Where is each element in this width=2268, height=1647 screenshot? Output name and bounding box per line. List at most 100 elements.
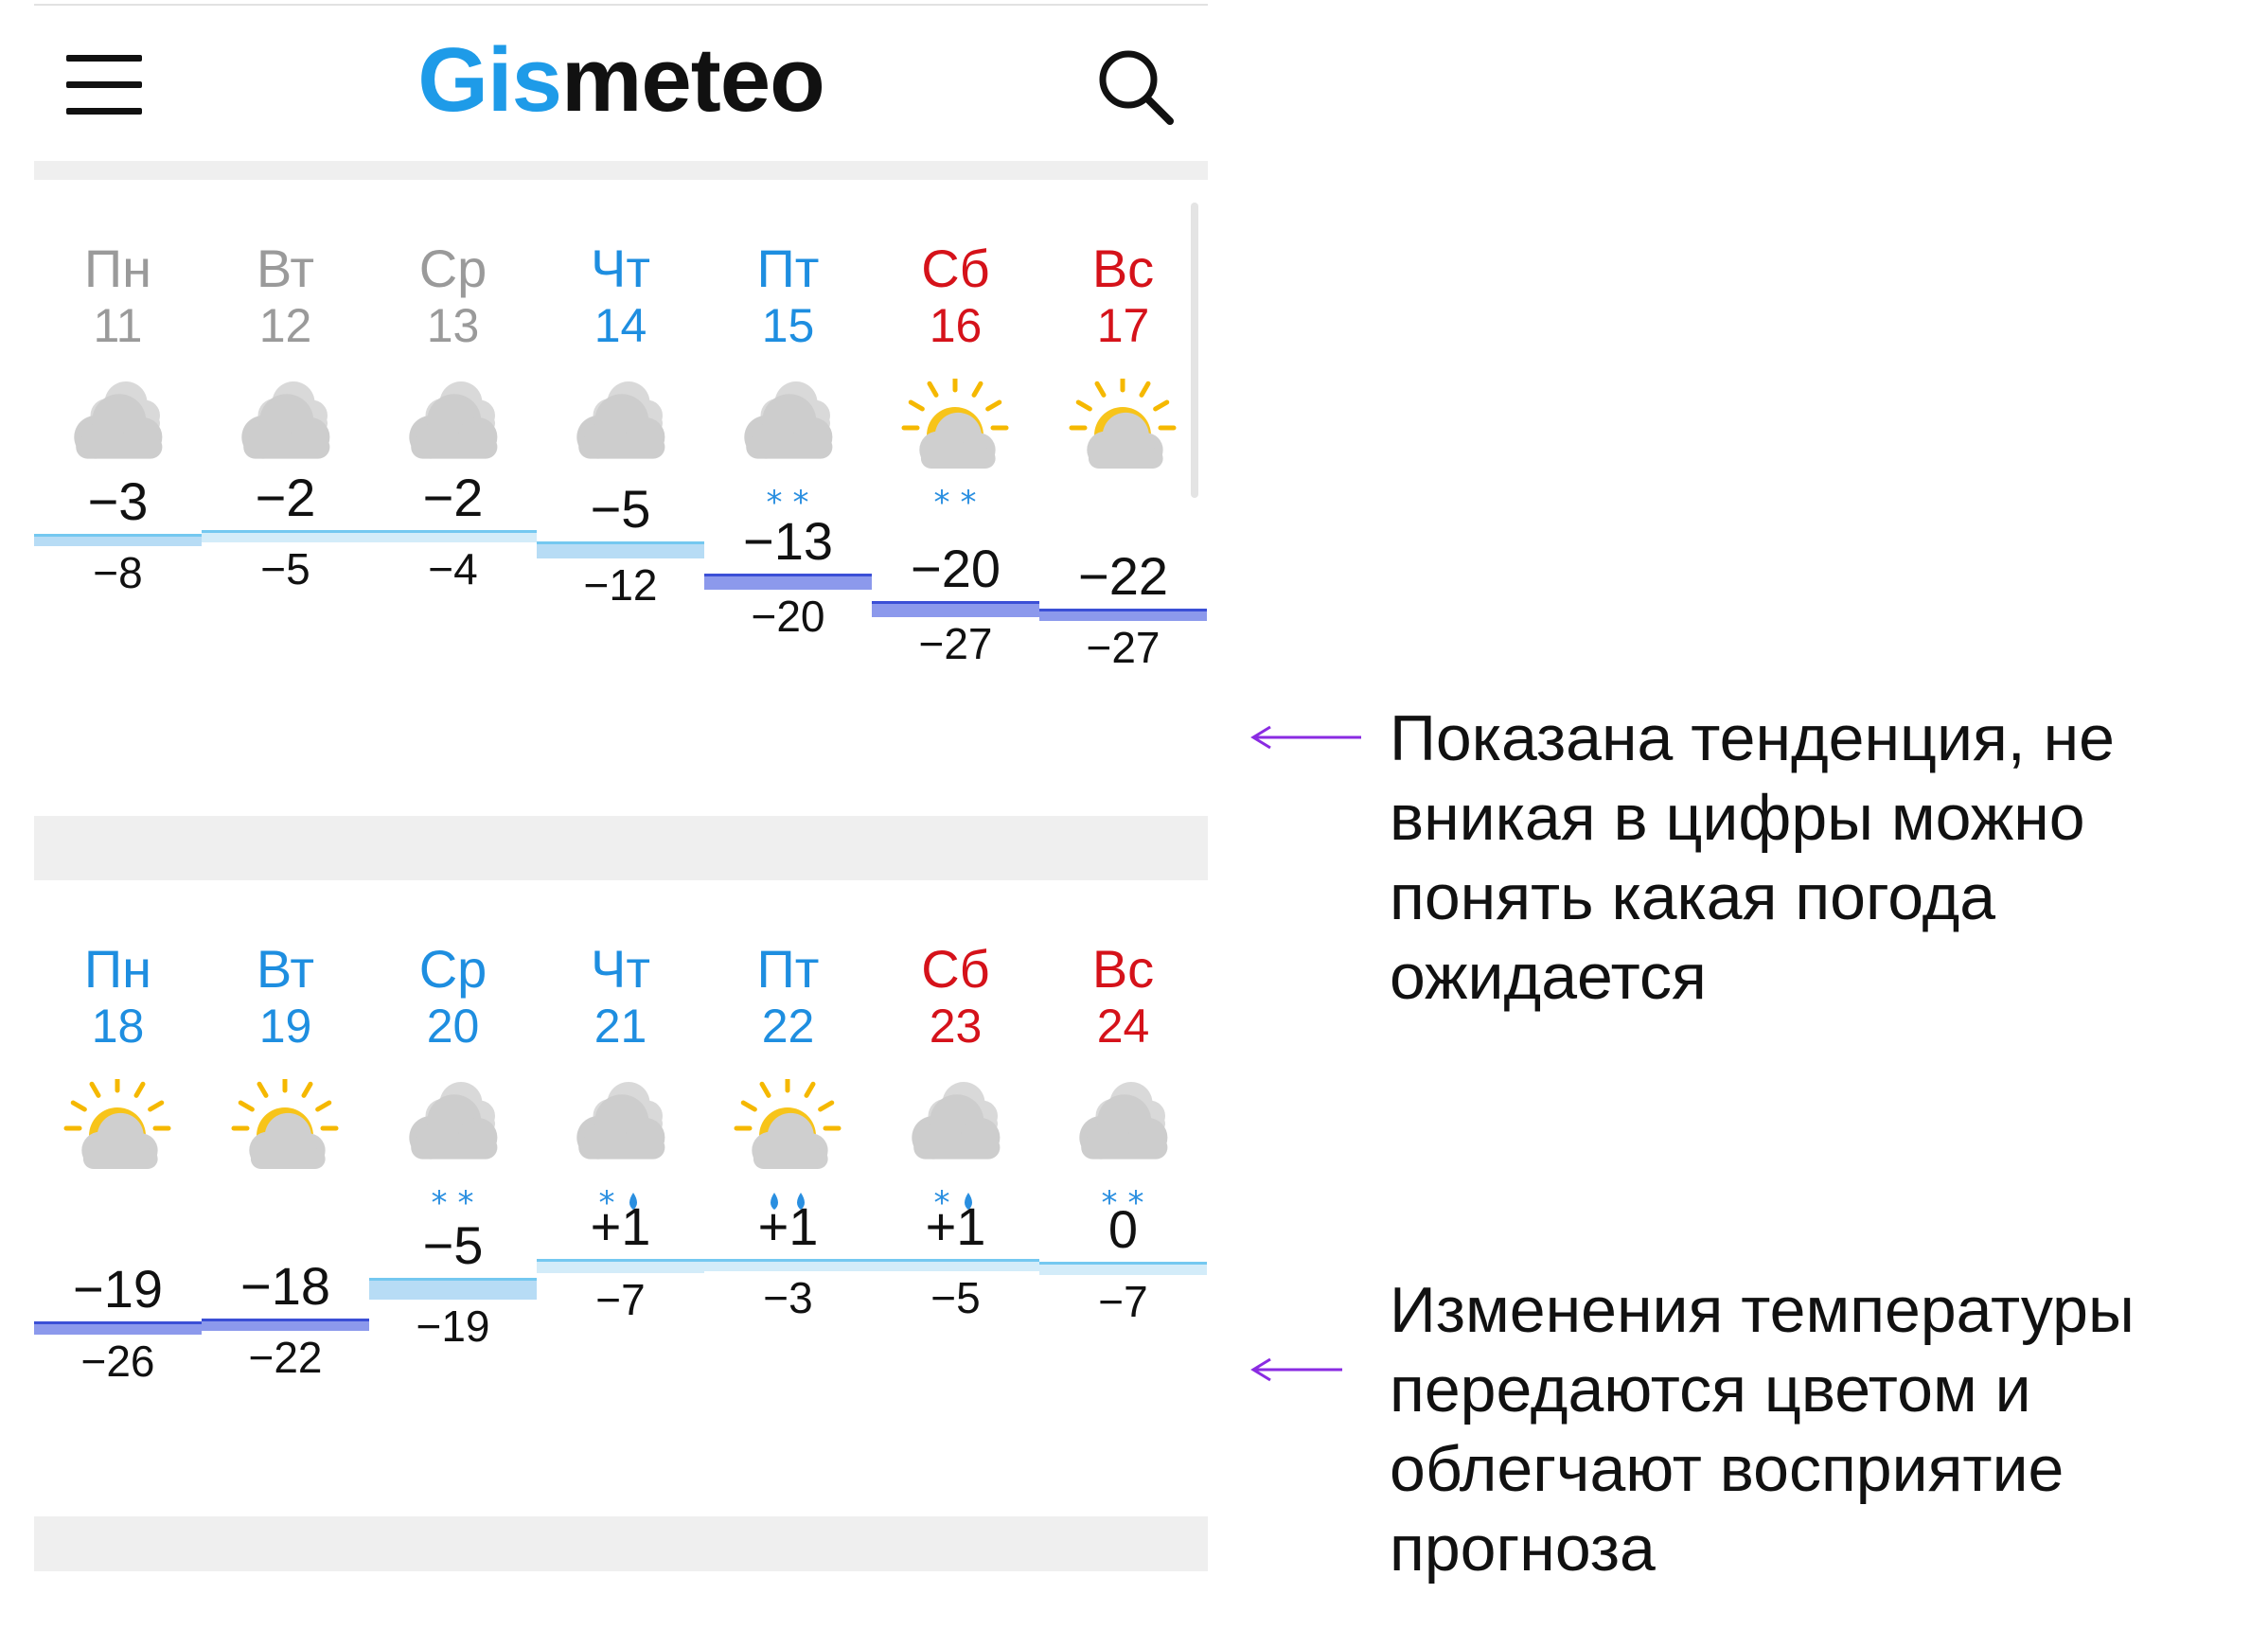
temp-min: −27 bbox=[918, 619, 993, 668]
temperature-band bbox=[537, 541, 704, 558]
day-name: Вс bbox=[1091, 239, 1155, 298]
day-date: 11 bbox=[93, 299, 143, 352]
day-date: 19 bbox=[258, 1000, 312, 1053]
temperature-band bbox=[34, 534, 202, 547]
day-name: Чт bbox=[591, 239, 650, 298]
day-date: 20 bbox=[426, 1000, 480, 1053]
day-name: Пн bbox=[83, 939, 152, 999]
day-date: 21 bbox=[594, 1000, 647, 1053]
day-column[interactable]: Сб 16 * * −20 −27 bbox=[872, 180, 1039, 816]
day-column[interactable]: Пт 15 * * −13 −20 bbox=[704, 180, 872, 816]
svg-text:*: * bbox=[934, 484, 950, 522]
temp-min: −7 bbox=[595, 1274, 646, 1324]
temperature-band bbox=[369, 1277, 537, 1301]
temperature-band bbox=[202, 530, 369, 542]
temp-max: −22 bbox=[1078, 545, 1168, 606]
day-name: Вт bbox=[256, 239, 315, 298]
temp-max: −3 bbox=[87, 471, 149, 532]
day-date: 22 bbox=[761, 1000, 815, 1053]
temperature-band bbox=[34, 1321, 202, 1335]
day-name: Пн bbox=[83, 239, 152, 298]
temp-max: −20 bbox=[911, 538, 1001, 598]
day-column[interactable]: Пн 18 −19 −26 bbox=[34, 880, 202, 1516]
day-column[interactable]: Сб 23 * +1 −5 bbox=[872, 880, 1039, 1516]
day-name: Пт bbox=[756, 239, 820, 298]
temp-min: −5 bbox=[930, 1273, 981, 1322]
temperature-band bbox=[369, 530, 537, 542]
temp-min: −20 bbox=[751, 592, 825, 642]
day-name: Чт bbox=[591, 939, 650, 999]
day-date: 12 bbox=[258, 299, 312, 352]
day-column[interactable]: Чт 21 * +1 −7 bbox=[537, 880, 704, 1516]
partly-sunny-icon bbox=[63, 1074, 171, 1169]
day-column[interactable]: Пн 11 −3 −8 bbox=[34, 180, 202, 816]
day-date: 18 bbox=[91, 1000, 145, 1053]
day-date: 24 bbox=[1096, 1000, 1150, 1053]
week-forecast-2: Пн 18 −19 −26 Вт 19 −18 −22 Ср 20 * * −5 −19 Чт 21 * +1 −7… bbox=[34, 880, 1208, 1516]
partly-sunny-icon bbox=[231, 1074, 339, 1169]
search-icon[interactable] bbox=[1092, 44, 1178, 129]
day-column[interactable]: Вс 17 −22 −27 bbox=[1039, 180, 1207, 816]
temperature-band bbox=[537, 1259, 704, 1273]
temp-max: −13 bbox=[743, 510, 833, 571]
svg-text:*: * bbox=[961, 484, 977, 522]
temp-min: −8 bbox=[93, 548, 143, 598]
week-forecast-1: Пн 11 −3 −8 Вт 12 −2 −5 Ср 13 −2 −4 Чт 14 −5 −12 Пт 15 * * −… bbox=[34, 180, 1208, 816]
temp-min: −22 bbox=[248, 1332, 323, 1382]
temp-max: +1 bbox=[590, 1196, 651, 1256]
temperature-band bbox=[202, 1318, 369, 1331]
temperature-band bbox=[704, 1259, 872, 1271]
weather-icon-wrap bbox=[202, 1074, 369, 1240]
section-gap bbox=[34, 816, 1208, 880]
temp-max: −19 bbox=[73, 1259, 163, 1319]
day-column[interactable]: Чт 14 −5 −12 bbox=[537, 180, 704, 816]
temp-max: −2 bbox=[422, 468, 484, 527]
partly-sunny-icon bbox=[1069, 374, 1177, 469]
temp-max: −2 bbox=[255, 468, 316, 527]
day-name: Ср bbox=[418, 939, 487, 999]
app-header: Gismeteo bbox=[34, 6, 1208, 161]
temperature-band bbox=[1039, 1262, 1207, 1275]
day-column[interactable]: Вс 24 * * 0 −7 bbox=[1039, 880, 1207, 1516]
day-date: 23 bbox=[929, 1000, 983, 1053]
day-column[interactable]: Ср 20 * * −5 −19 bbox=[369, 880, 537, 1516]
phone-screen: Gismeteo Пн 11 −3 −8 Вт 12 −2 −5 Ср 13 −2 −4 Чт 14 −5−… bbox=[34, 0, 1208, 1571]
temp-max: +1 bbox=[757, 1196, 819, 1256]
day-column[interactable]: Вт 12 −2 −5 bbox=[202, 180, 369, 816]
annotation-trend: Показана тенденция, не вникая в цифры мо… bbox=[1390, 702, 2115, 1013]
temp-min: −7 bbox=[1098, 1276, 1148, 1326]
day-date: 13 bbox=[426, 299, 480, 352]
day-name: Пт bbox=[756, 939, 820, 999]
logo-meteo: meteo bbox=[560, 29, 825, 131]
temp-max: 0 bbox=[1107, 1199, 1139, 1260]
day-name: Вт bbox=[256, 939, 315, 999]
temp-min: −26 bbox=[80, 1336, 155, 1386]
day-date: 17 bbox=[1096, 299, 1150, 352]
temp-min: −19 bbox=[416, 1302, 490, 1352]
partly-sunny-icon: * * bbox=[901, 374, 1009, 522]
annotation-color: Изменения температуры передаются цветом … bbox=[1390, 1274, 2135, 1585]
temperature-band bbox=[704, 573, 872, 591]
temp-min: −5 bbox=[260, 544, 310, 593]
temp-max: −5 bbox=[422, 1214, 484, 1275]
weather-icon-wrap bbox=[1039, 374, 1207, 540]
day-column[interactable]: Ср 13 −2 −4 bbox=[369, 180, 537, 816]
arrow-left-icon bbox=[1250, 725, 1361, 750]
temp-min: −3 bbox=[763, 1273, 813, 1322]
temp-max: −5 bbox=[590, 479, 651, 540]
day-column[interactable]: Вт 19 −18 −22 bbox=[202, 880, 369, 1516]
day-column[interactable]: Пт 22 +1 −3 bbox=[704, 880, 872, 1516]
temp-max: +1 bbox=[925, 1196, 986, 1256]
weather-icon-wrap: * * bbox=[872, 374, 1039, 540]
temp-max: −18 bbox=[240, 1255, 330, 1316]
scrollbar[interactable] bbox=[1191, 203, 1198, 498]
section-gap bbox=[34, 1516, 1208, 1571]
temp-min: −12 bbox=[583, 559, 658, 610]
logo-gis: Gis bbox=[417, 29, 562, 131]
day-date: 16 bbox=[929, 299, 983, 352]
day-name: Вс bbox=[1091, 939, 1155, 999]
day-name: Ср bbox=[418, 239, 487, 298]
app-logo[interactable]: Gismeteo bbox=[34, 28, 1208, 133]
day-name: Сб bbox=[921, 239, 990, 298]
day-date: 15 bbox=[761, 299, 815, 352]
